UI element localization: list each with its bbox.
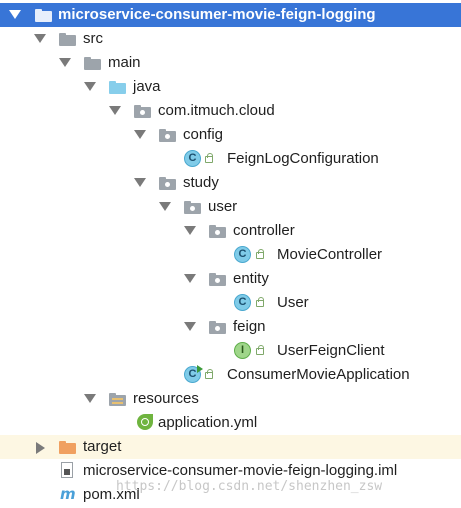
expand-arrow-icon[interactable] [84, 394, 96, 403]
package-icon [209, 321, 226, 334]
feign-label: feign [233, 318, 266, 335]
expand-arrow-icon[interactable] [159, 202, 171, 211]
expand-arrow-icon[interactable] [34, 34, 46, 43]
run-marker-icon [197, 365, 203, 373]
package-icon [159, 177, 176, 190]
tree-row-user-feign-client[interactable]: I UserFeignClient [0, 339, 461, 363]
controller-label: controller [233, 222, 295, 239]
tree-row-resources[interactable]: resources [0, 387, 461, 411]
tree-row-entity[interactable]: entity [0, 267, 461, 291]
class-icon: C [234, 294, 251, 311]
spring-config-icon [137, 414, 153, 430]
tree-row-package[interactable]: com.itmuch.cloud [0, 99, 461, 123]
expand-arrow-icon[interactable] [184, 322, 196, 331]
lock-icon [205, 369, 213, 379]
config-label: config [183, 126, 224, 143]
user-package-label: user [208, 198, 238, 215]
module-file-icon [61, 462, 73, 478]
tree-row-movie-controller[interactable]: C MovieController [0, 243, 461, 267]
lock-icon [205, 153, 213, 163]
interface-icon: I [234, 342, 251, 359]
expand-arrow-icon[interactable] [9, 10, 21, 19]
java-label: java [133, 78, 161, 95]
package-icon [184, 201, 201, 214]
package-label: com.itmuch.cloud [158, 102, 275, 119]
tree-row-target[interactable]: target [0, 435, 461, 459]
tree-row-java[interactable]: java [0, 75, 461, 99]
package-icon [209, 225, 226, 238]
user-feign-client-label: UserFeignClient [277, 342, 385, 359]
tree-row-main[interactable]: main [0, 51, 461, 75]
study-label: study [183, 174, 219, 191]
tree-row-study[interactable]: study [0, 171, 461, 195]
resources-folder-icon [109, 393, 126, 406]
folder-icon [59, 33, 76, 46]
main-label: main [108, 54, 141, 71]
feign-log-configuration-label: FeignLogConfiguration [227, 150, 379, 167]
resources-label: resources [133, 390, 199, 407]
maven-icon: m [60, 485, 76, 503]
package-icon [209, 273, 226, 286]
class-letter: C [188, 368, 197, 380]
package-icon [159, 129, 176, 142]
source-folder-icon [109, 81, 126, 94]
runnable-class-icon: C [184, 365, 203, 383]
class-icon: C [234, 246, 251, 263]
project-folder-icon [35, 9, 52, 22]
tree-row-project[interactable]: microservice-consumer-movie-feign-loggin… [0, 3, 461, 27]
expand-arrow-icon[interactable] [84, 82, 96, 91]
application-yml-label: application.yml [158, 414, 258, 431]
lock-icon [256, 249, 264, 259]
watermark: https://blog.csdn.net/shenzhen_zsw [116, 479, 383, 494]
movie-controller-label: MovieController [277, 246, 383, 263]
tree-row-feign-log-configuration[interactable]: C FeignLogConfiguration [0, 147, 461, 171]
expand-arrow-icon[interactable] [59, 58, 71, 67]
expand-arrow-icon[interactable] [184, 274, 196, 283]
tree-row-application-yml[interactable]: application.yml [0, 411, 461, 435]
tree-row-controller[interactable]: controller [0, 219, 461, 243]
expand-arrow-icon[interactable] [134, 178, 146, 187]
entity-label: entity [233, 270, 269, 287]
tree-row-feign[interactable]: feign [0, 315, 461, 339]
tree-row-config[interactable]: config [0, 123, 461, 147]
expand-arrow-icon[interactable] [109, 106, 121, 115]
class-icon: C [184, 150, 201, 167]
src-label: src [83, 30, 103, 47]
expand-arrow-icon[interactable] [184, 226, 196, 235]
tree-row-user-package[interactable]: user [0, 195, 461, 219]
iml-file-label: microservice-consumer-movie-feign-loggin… [83, 462, 398, 479]
project-tree: microservice-consumer-movie-feign-loggin… [0, 0, 461, 508]
tree-row-consumer-movie-application[interactable]: C ConsumerMovieApplication [0, 363, 461, 387]
user-class-label: User [277, 294, 309, 311]
expand-arrow-icon[interactable] [134, 130, 146, 139]
collapsed-arrow-icon[interactable] [36, 442, 45, 454]
folder-icon [84, 57, 101, 70]
project-label: microservice-consumer-movie-feign-loggin… [58, 6, 376, 23]
package-icon [134, 105, 151, 118]
target-label: target [83, 438, 122, 455]
tree-row-src[interactable]: src [0, 27, 461, 51]
lock-icon [256, 345, 264, 355]
lock-icon [256, 297, 264, 307]
tree-row-user-class[interactable]: C User [0, 291, 461, 315]
excluded-folder-icon [59, 441, 76, 454]
consumer-movie-application-label: ConsumerMovieApplication [227, 366, 410, 383]
